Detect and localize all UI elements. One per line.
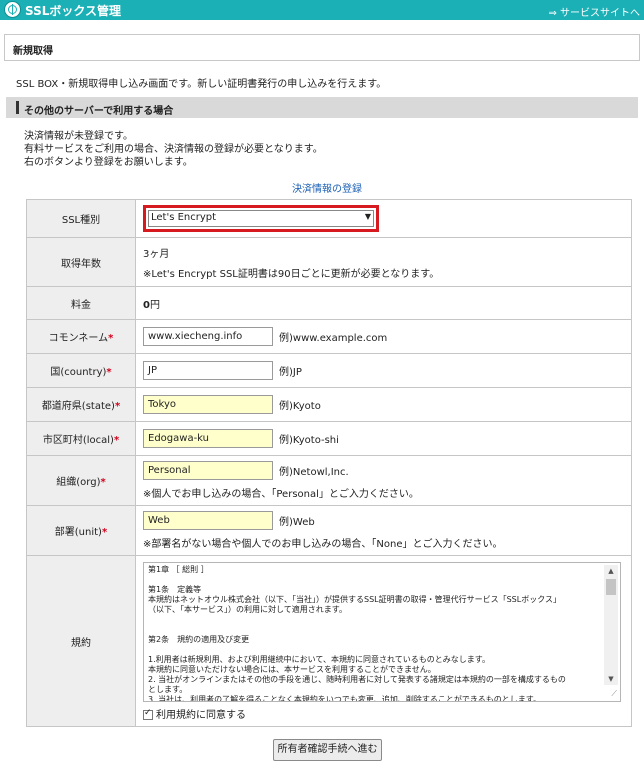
terms-scrollbar[interactable]: ▲ ▼ [604,564,618,685]
price-cell: 0円 [135,286,632,320]
terms-line: 本規約に同意いただけない場合には、本サービスを利用することができません。 [148,664,436,674]
service-site-link[interactable]: ⇒ サービスサイトへ [548,4,640,19]
terms-text: 第1章 ［ 総則 ］ 第1条 定義等 本規約はネットオウル株式会社（以下、「当社」… [148,564,598,702]
agree-checkbox[interactable] [143,708,153,720]
page-title: 新規取得 [13,46,53,57]
terms-line: 3. 当社は、利用者の了解を得ることなく本規約をいつでも変更、追加、削除すること… [148,694,541,702]
unit-label: 部署(unit)* [26,505,136,556]
common-name-input[interactable]: www.xiecheng.info [143,327,273,346]
org-note: ※個人でお申し込みの場合、「Personal」とご入力ください。 [143,489,419,500]
terms-line [148,615,598,625]
app-title: SSLボックス管理 [25,4,122,18]
notice-line-3: 右のボタンより登録をお願いします。 [24,157,193,168]
application-form: SSL種別 Let's Encrypt ▼ 取得年数 3ヶ月 ※Let's En… [26,199,632,727]
terms-line: 第1条 定義等 [148,584,202,594]
period-value: 3ヶ月 [143,248,170,260]
locality-label: 市区町村(local)* [26,421,136,456]
country-example: 例)JP [279,367,302,378]
ssl-type-label: SSL種別 [26,199,136,238]
price-value: 0 [143,299,150,311]
org-label: 組織(org)* [26,455,136,506]
terms-textarea[interactable]: 第1章 ［ 総則 ］ 第1条 定義等 本規約はネットオウル株式会社（以下、「当社」… [143,561,621,702]
top-bar: SSLボックス管理 ⇒ サービスサイトへ [0,0,644,20]
terms-line [148,625,598,635]
org-input[interactable]: Personal [143,461,273,480]
period-note: ※Let's Encrypt SSL証明書は90日ごとに更新が必要となります。 [143,268,440,280]
notice-line-2: 有料サービスをご利用の場合、決済情報の登録が必要となります。 [24,144,323,155]
ssl-type-value: Let's Encrypt [151,212,217,223]
payment-registration-link[interactable]: 決済情報の登録 [292,180,362,195]
payment-notice: 決済情報が未登録です。 有料サービスをご利用の場合、決済情報の登録が必要となりま… [24,130,323,169]
terms-agree[interactable]: 利用規約に同意する [143,706,631,721]
terms-line [148,575,598,585]
country-label: 国(country)* [26,353,136,388]
section-title: その他のサーバーで利用する場合 [24,106,174,117]
terms-line: 第2条 規約の適用及び変更 [148,634,250,644]
scroll-down-icon[interactable]: ▼ [604,673,618,685]
price-label: 料金 [26,286,136,320]
scroll-thumb[interactable] [606,578,616,595]
org-example: 例)Netowl,Inc. [279,467,349,478]
unit-example: 例)Web [279,517,315,528]
resize-grip-icon[interactable]: ⟋ [611,689,617,699]
unit-input[interactable]: Web [143,511,273,530]
period-label: 取得年数 [26,237,136,287]
terms-line: 第1章 ［ 総則 ］ [148,564,209,574]
unit-note: ※部署名がない場合や個人でのお申し込みの場合、「None」とご入力ください。 [143,539,503,550]
section-header: その他のサーバーで利用する場合 [6,97,638,118]
locality-example: 例)Kyoto-shi [279,435,339,446]
locality-input[interactable]: Edogawa-ku [143,429,273,448]
terms-line: 2. 当社がオンラインまたはその他の手段を通じ、随時利用者に対して発表する諸規定… [148,674,566,684]
page-intro: SSL BOX・新規取得申し込み画面です。新しい証明書発行の申し込みを行えます。 [16,79,387,90]
terms-line [148,645,598,655]
price-unit: 円 [149,299,160,311]
agree-label: 利用規約に同意する [156,709,246,721]
country-input[interactable]: JP [143,361,273,380]
terms-label: 規約 [26,555,136,727]
terms-line: とします。 [148,684,188,694]
dropdown-arrow-icon: ▼ [364,212,371,221]
state-label: 都道府県(state)* [26,387,136,422]
common-name-example: 例)www.example.com [279,333,388,344]
page-title-box: 新規取得 [4,34,640,61]
state-example: 例)Kyoto [279,401,321,412]
scroll-up-icon[interactable]: ▲ [604,565,618,577]
ssl-type-select[interactable]: Let's Encrypt ▼ [143,205,379,232]
common-name-label: コモンネーム* [26,319,136,354]
terms-line: （以下、「本サービス」）の利用に対して適用されます。 [148,604,347,614]
state-input[interactable]: Tokyo [143,395,273,414]
ssl-globe-logo-icon [4,1,21,18]
proceed-owner-verification-button[interactable]: 所有者確認手続へ進む [273,739,382,761]
notice-line-1: 決済情報が未登録です。 [24,131,133,142]
terms-line: 本規約はネットオウル株式会社（以下、「当社」）が提供するSSL証明書の取得・管理… [148,594,561,604]
terms-line: 1.利用者は新規利用、および利用継続中において、本規約に同意されているものとみな… [148,654,490,664]
